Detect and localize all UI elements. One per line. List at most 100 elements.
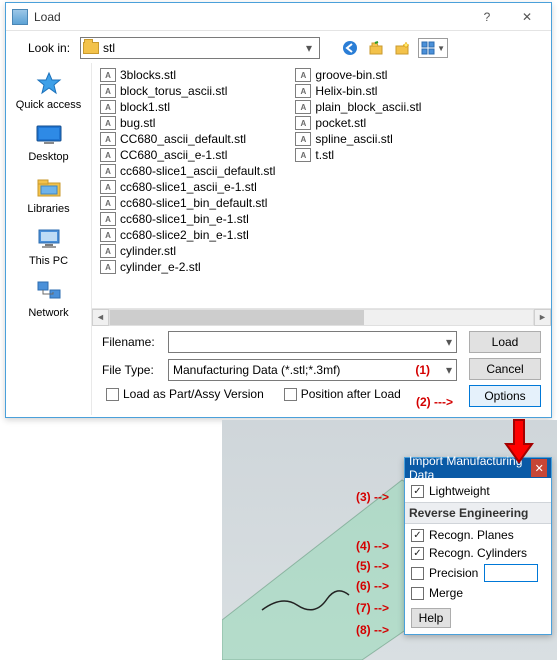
file-icon — [100, 132, 116, 146]
file-item[interactable]: block_torus_ascii.stl — [100, 83, 275, 99]
lookin-toolbar: Look in: stl ▾ ▼ — [6, 31, 551, 63]
window-title: Load — [34, 10, 467, 24]
file-icon — [100, 100, 116, 114]
sidebar-item-desktop[interactable]: Desktop — [6, 121, 91, 167]
precision-checkbox[interactable] — [411, 567, 424, 580]
file-list[interactable]: 3blocks.stl block_torus_ascii.stl block1.s… — [92, 63, 551, 308]
view-menu-icon[interactable]: ▼ — [418, 38, 448, 58]
filetype-combo[interactable]: Manufacturing Data (*.stl;*.3mf) ▾ (1) — [168, 359, 457, 381]
file-item[interactable]: cc680-slice1_ascii_default.stl — [100, 163, 275, 179]
recogn-cylinders-checkbox[interactable]: ✓Recogn. Cylinders — [409, 544, 547, 562]
sidebar-item-quick-access[interactable]: Quick access — [6, 69, 91, 115]
file-item[interactable]: block1.stl — [100, 99, 275, 115]
pc-icon — [32, 225, 66, 253]
new-folder-icon[interactable] — [392, 38, 412, 58]
horizontal-scrollbar[interactable]: ◄ ► — [92, 308, 551, 325]
sidebar-item-network[interactable]: Network — [6, 277, 91, 323]
file-item[interactable]: groove-bin.stl — [295, 67, 421, 83]
merge-checkbox[interactable]: Merge — [409, 584, 547, 602]
help-button[interactable]: ? — [467, 4, 507, 30]
scroll-left-icon[interactable]: ◄ — [92, 309, 109, 326]
file-name: block_torus_ascii.stl — [120, 84, 227, 98]
file-item[interactable]: CC680_ascii_default.stl — [100, 131, 275, 147]
lightweight-checkbox[interactable]: ✓Lightweight — [409, 482, 547, 500]
scroll-right-icon[interactable]: ► — [534, 309, 551, 326]
file-name: cylinder_e-2.stl — [120, 260, 201, 274]
precision-row: Precision — [409, 562, 547, 584]
lookin-value: stl — [103, 41, 301, 55]
file-name: cc680-slice1_bin_e-1.stl — [120, 212, 249, 226]
file-icon — [100, 68, 116, 82]
load-as-part-checkbox[interactable]: Load as Part/Assy Version — [106, 387, 264, 401]
up-folder-icon[interactable] — [366, 38, 386, 58]
recogn-planes-checkbox[interactable]: ✓Recogn. Planes — [409, 526, 547, 544]
reverse-engineering-group: Reverse Engineering — [405, 502, 551, 524]
back-icon[interactable] — [340, 38, 360, 58]
file-item[interactable]: cylinder_e-2.stl — [100, 259, 275, 275]
file-name: 3blocks.stl — [120, 68, 176, 82]
sidebar-item-this-pc[interactable]: This PC — [6, 225, 91, 271]
file-icon — [100, 148, 116, 162]
file-item[interactable]: CC680_ascii_e-1.stl — [100, 147, 275, 163]
file-item[interactable]: pocket.stl — [295, 115, 421, 131]
lookin-combo[interactable]: stl ▾ — [80, 37, 320, 59]
file-item[interactable]: cc680-slice1_bin_e-1.stl — [100, 211, 275, 227]
filename-label: Filename: — [98, 335, 168, 349]
file-icon — [100, 228, 116, 242]
file-icon — [100, 116, 116, 130]
file-name: plain_block_ascii.stl — [315, 100, 421, 114]
file-name: pocket.stl — [315, 116, 366, 130]
position-after-load-checkbox[interactable]: Position after Load — [284, 387, 401, 401]
titlebar: Load ? ✕ — [6, 3, 551, 31]
file-item[interactable]: plain_block_ascii.stl — [295, 99, 421, 115]
file-name: cc680-slice2_bin_e-1.stl — [120, 228, 249, 242]
file-name: block1.stl — [120, 100, 170, 114]
load-dialog: Load ? ✕ Look in: stl ▾ ▼ — [5, 2, 552, 418]
file-item[interactable]: cylinder.stl — [100, 243, 275, 259]
cancel-button[interactable]: Cancel — [469, 358, 541, 380]
file-item[interactable]: cc680-slice1_ascii_e-1.stl — [100, 179, 275, 195]
folder-icon — [83, 42, 99, 54]
close-button[interactable]: ✕ — [507, 4, 547, 30]
file-name: CC680_ascii_default.stl — [120, 132, 246, 146]
sidebar-item-libraries[interactable]: Libraries — [6, 173, 91, 219]
file-icon — [295, 84, 311, 98]
file-icon — [100, 180, 116, 194]
file-pane: 3blocks.stl block_torus_ascii.stl block1.s… — [92, 63, 551, 415]
file-icon — [295, 148, 311, 162]
file-item[interactable]: spline_ascii.stl — [295, 131, 421, 147]
filetype-label: File Type: — [98, 363, 168, 377]
file-item[interactable]: cc680-slice1_bin_default.stl — [100, 195, 275, 211]
file-icon — [100, 212, 116, 226]
network-icon — [32, 277, 66, 305]
file-name: spline_ascii.stl — [315, 132, 392, 146]
import-manufacturing-data-dialog: Import Manufacturing Data ✕ ✓Lightweight… — [404, 457, 552, 635]
red-arrow-icon — [502, 418, 536, 467]
file-icon — [100, 196, 116, 210]
scroll-thumb[interactable] — [110, 310, 364, 325]
load-button[interactable]: Load — [469, 331, 541, 353]
file-item[interactable]: cc680-slice2_bin_e-1.stl — [100, 227, 275, 243]
file-item[interactable]: bug.stl — [100, 115, 275, 131]
precision-input[interactable] — [484, 564, 538, 582]
file-icon — [295, 116, 311, 130]
options-button[interactable]: Options — [469, 385, 541, 407]
help-button[interactable]: Help — [411, 608, 451, 628]
annotation-1: (1) — [415, 363, 430, 377]
file-icon — [100, 260, 116, 274]
scroll-track[interactable] — [109, 309, 534, 326]
file-name: bug.stl — [120, 116, 155, 130]
file-name: groove-bin.stl — [315, 68, 387, 82]
file-icon — [100, 244, 116, 258]
file-item[interactable]: Helix-bin.stl — [295, 83, 421, 99]
libraries-icon — [32, 173, 66, 201]
star-icon — [32, 69, 66, 97]
filename-input[interactable]: ▾ — [168, 331, 457, 353]
chevron-down-icon: ▾ — [446, 363, 452, 377]
file-icon — [100, 164, 116, 178]
file-name: cc680-slice1_ascii_default.stl — [120, 164, 275, 178]
file-item[interactable]: 3blocks.stl — [100, 67, 275, 83]
file-item[interactable]: t.stl — [295, 147, 421, 163]
file-name: cc680-slice1_bin_default.stl — [120, 196, 267, 210]
file-name: cc680-slice1_ascii_e-1.stl — [120, 180, 257, 194]
